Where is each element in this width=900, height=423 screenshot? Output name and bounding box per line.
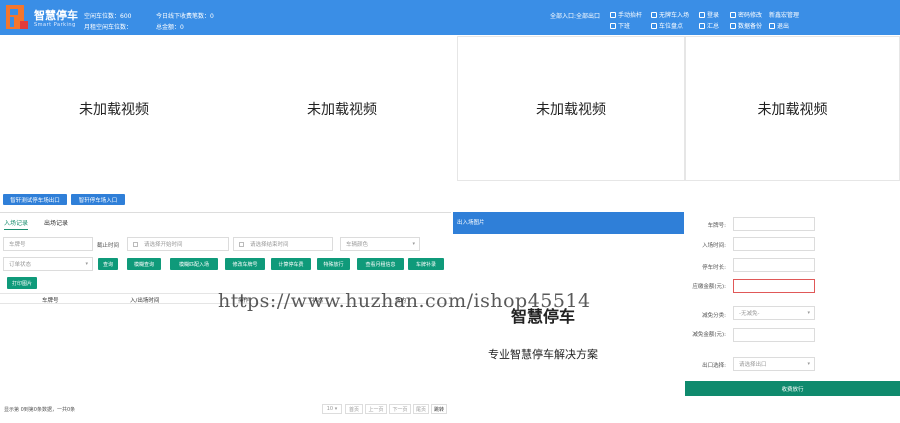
space-count-button[interactable]: 车位盘点 [651,21,683,30]
exit-icon [769,22,775,29]
app-title: 智慧停车 [34,9,78,22]
password-change-button[interactable]: 密码修改 [730,10,762,19]
page-size-select[interactable]: 10 ▾ [322,404,342,414]
jump-page-button[interactable]: 跳转 [431,404,447,414]
today-offline-fee-stat: 今日线下收费笔数：0 [156,13,214,20]
calendar-icon [239,241,244,247]
admin-button[interactable]: 新鑫宏管理 [769,10,799,19]
col-time: 入/出场时间 [130,298,160,304]
next-page-button[interactable]: 下一页 [389,404,411,414]
entry-time-field[interactable] [733,237,815,251]
parking-duration-field[interactable] [733,258,815,272]
end-time-label: 截止时间 [97,243,120,249]
video-panel-3: 未加载视频 [457,36,685,181]
unlicensed-entry-button[interactable]: 无牌车入场 [651,10,689,19]
calc-fee-button[interactable]: 计算停车费 [271,258,311,270]
col-plate: 车牌号 [42,298,59,304]
charge-release-button[interactable]: 收费放行 [685,381,900,396]
query-button[interactable]: 查询 [98,258,118,270]
watermark-text: https://www.huzhan.com/ishop45514 [218,290,591,312]
plate-field[interactable] [733,217,815,231]
login-button[interactable]: 登录 [699,10,719,19]
discount-amount-field[interactable] [733,328,815,342]
start-time-input[interactable]: 请选择开始时间 [127,237,229,251]
discount-amount-label: 减免金额(元): [692,332,726,338]
exit-select-label: 出口选择: [702,363,726,369]
last-page-button[interactable]: 尾页 [413,404,429,414]
tab-entry-records[interactable]: 入场记录 [4,218,29,230]
parking-logo-icon [6,5,28,29]
hand-icon [610,11,616,18]
amount-due-label: 应缴金额(元): [692,284,726,290]
exit-test-button[interactable]: 智轩测试停车场出口 [3,194,67,205]
empty-spaces-stat: 空闲车位数：600 [84,13,132,20]
entry-exit-image-header: 出入场图片 [453,212,684,234]
app-subtitle: Smart Parking [34,22,76,28]
calendar-icon [133,241,138,247]
login-icon [699,11,705,18]
count-icon [651,22,657,29]
fuzzy-query-button[interactable]: 模糊查询 [127,258,161,270]
top-bar: 智慧停车 Smart Parking 空闲车位数：600 月租空闲车位数： 今日… [0,0,900,35]
summary-icon [699,22,705,29]
backup-icon [730,22,736,29]
video-panel-2: 未加载视频 [228,36,456,181]
chevron-down-icon: ▾ [807,361,810,367]
total-amount-stat: 总金额：0 [156,24,184,31]
edit-plate-button[interactable]: 修改车牌号 [225,258,265,270]
off-duty-button[interactable]: 下班 [610,21,630,30]
data-backup-button[interactable]: 数据备份 [730,21,762,30]
entry-test-button[interactable]: 智轩停车场入口 [71,194,125,205]
discount-type-label: 减免分类: [702,313,726,319]
car-icon [651,11,657,18]
chevron-down-icon: ▾ [807,310,810,316]
chevron-down-icon: ▾ [412,241,415,247]
plate-label: 车牌号: [707,223,726,229]
monthly-info-button[interactable]: 查看月租信息 [357,258,404,270]
exit-select[interactable]: 请选择出口 ▾ [733,357,815,371]
plate-supplement-button[interactable]: 车牌补录 [408,258,444,270]
prev-page-button[interactable]: 上一页 [365,404,387,414]
vehicle-color-select[interactable]: 车辆颜色 ▾ [340,237,420,251]
video-panel-4: 未加载视频 [685,36,900,181]
end-time-input[interactable]: 请选择结束时间 [233,237,333,251]
discount-type-select[interactable]: -无减免- ▾ [733,306,815,320]
monthly-empty-spaces-stat: 月租空闲车位数： [84,24,133,31]
manual-lift-button[interactable]: 手动抬杆 [610,10,642,19]
video-panel-1: 未加载视频 [0,36,228,181]
amount-due-field[interactable] [733,279,815,293]
summary-button[interactable]: 汇总 [699,21,719,30]
entry-time-label: 入场时间: [702,243,726,249]
pager-info: 显示第 0到第0条数据，一共0条 [4,407,76,413]
first-page-button[interactable]: 首页 [345,404,363,414]
entry-status: 全部入口:全部出口 [550,13,601,20]
chevron-down-icon: ▾ [85,261,88,267]
print-image-button[interactable]: 打印图片 [7,277,37,289]
fuzzy-match-entry-button[interactable]: 模糊匹配入场 [170,258,218,270]
exit-button[interactable]: 退出 [769,21,789,30]
offduty-icon [610,22,616,29]
order-status-select[interactable]: 订单状态 ▾ [3,257,93,271]
special-release-button[interactable]: 特殊放行 [317,258,350,270]
plate-input[interactable]: 车牌号 [3,237,93,251]
tab-exit-records[interactable]: 出场记录 [44,218,68,227]
parking-duration-label: 停车时长: [702,265,726,271]
lock-icon [730,11,736,18]
brand-subtitle: 专业智慧停车解决方案 [488,348,598,361]
